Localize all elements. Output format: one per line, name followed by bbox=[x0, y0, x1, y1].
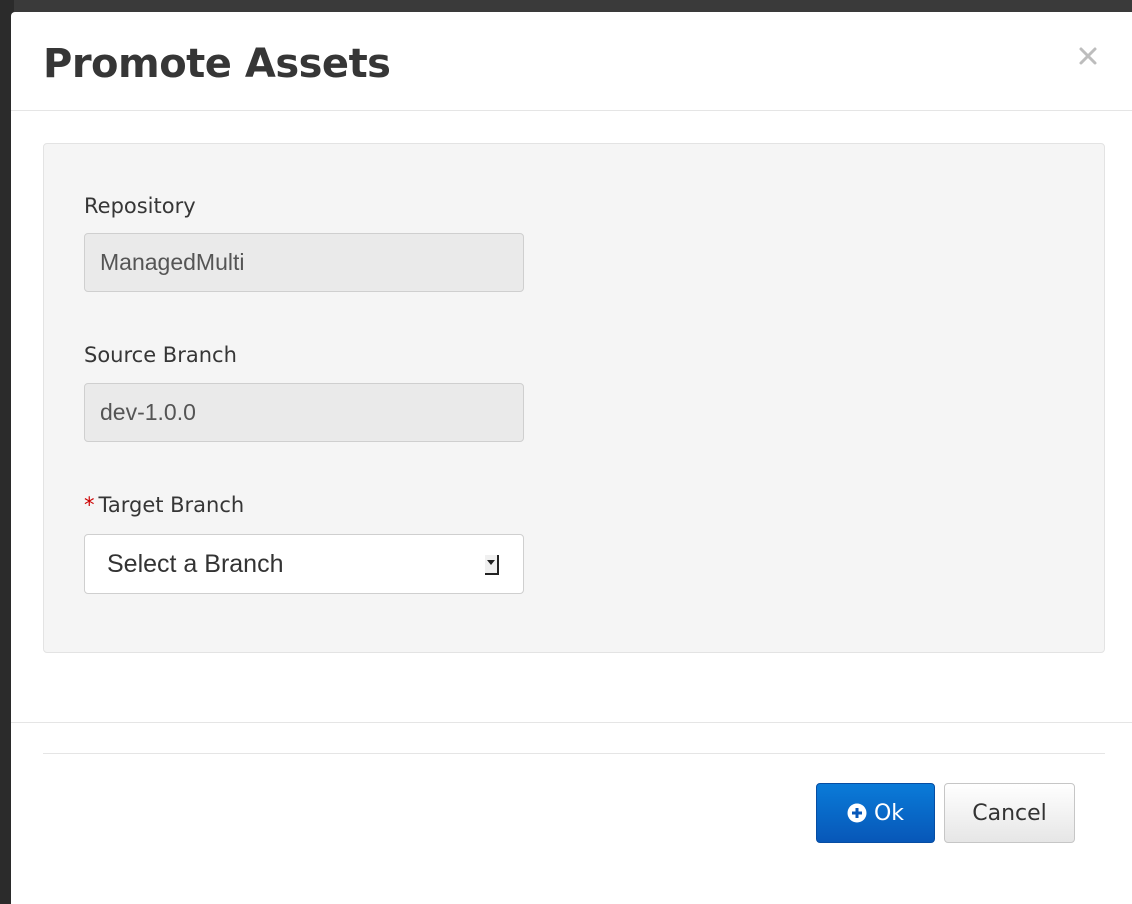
repository-field[interactable] bbox=[84, 233, 524, 292]
cancel-label: Cancel bbox=[972, 800, 1047, 826]
dialog-title: Promote Assets bbox=[43, 41, 391, 87]
required-marker: * bbox=[84, 493, 95, 517]
target-branch-label-row: * Target Branch bbox=[84, 491, 244, 519]
close-icon bbox=[1079, 47, 1097, 65]
plus-circle-icon bbox=[847, 803, 867, 823]
target-branch-selected-value: Select a Branch bbox=[107, 550, 284, 578]
close-button[interactable] bbox=[1074, 42, 1102, 70]
target-branch-label: Target Branch bbox=[98, 493, 245, 517]
footer-divider-inner bbox=[43, 753, 1105, 754]
cancel-button[interactable]: Cancel bbox=[944, 783, 1075, 843]
target-branch-select[interactable]: Select a Branch bbox=[84, 534, 524, 594]
source-branch-field[interactable] bbox=[84, 383, 524, 442]
repository-label: Repository bbox=[84, 194, 196, 218]
ok-label: Ok bbox=[873, 800, 905, 826]
dialog-header: Promote Assets bbox=[11, 12, 1132, 111]
source-branch-label: Source Branch bbox=[84, 343, 237, 367]
footer-divider bbox=[11, 722, 1132, 723]
ok-button[interactable]: Ok bbox=[816, 783, 935, 843]
promote-assets-dialog: Promote Assets Repository Source Branch … bbox=[11, 12, 1132, 904]
form-well: Repository Source Branch *Target Branch … bbox=[43, 143, 1105, 653]
dropdown-arrow-icon bbox=[485, 555, 499, 575]
